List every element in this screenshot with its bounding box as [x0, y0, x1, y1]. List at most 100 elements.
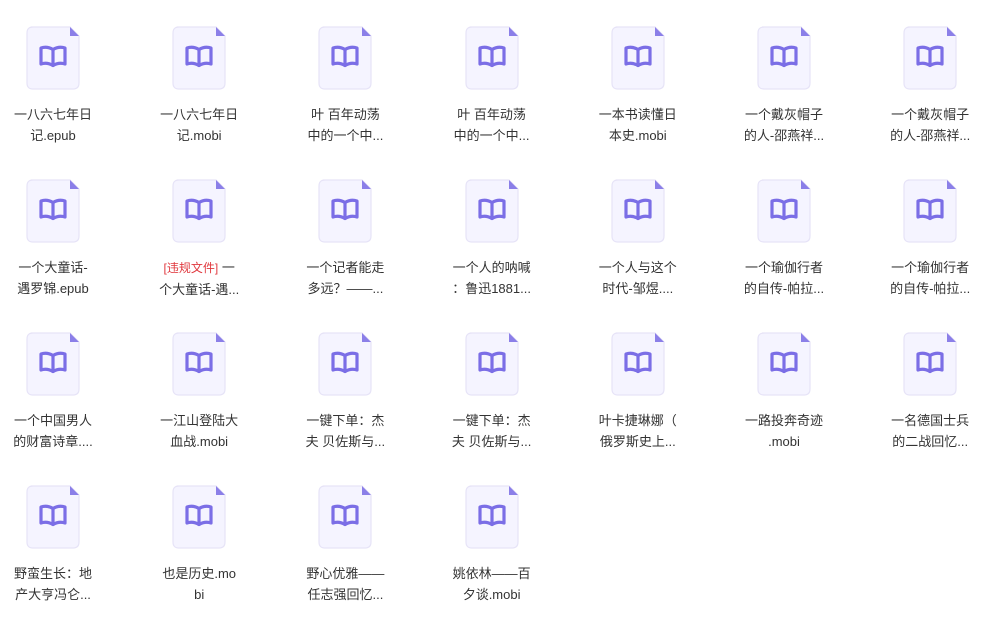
ebook-file-icon: [318, 179, 372, 243]
file-name-line-2: 夫 贝佐斯与...: [451, 434, 532, 449]
file-name-line-2: 夕谈.mobi: [462, 587, 521, 602]
file-name-line-1: 叶卡捷琳娜（: [598, 413, 677, 428]
ebook-file-icon: [172, 332, 226, 396]
file-item-16[interactable]: 一江山登陆大 血战.mobi: [146, 332, 266, 482]
ebook-file-icon: [26, 485, 80, 549]
file-name: 一个记者能走 多远？——...: [292, 257, 398, 299]
file-name: 一个戴灰帽子 的人-邵燕祥...: [731, 104, 837, 146]
file-name-line-2: bi: [194, 587, 205, 602]
file-name: 一名德国士兵 的二战回忆...: [877, 410, 983, 452]
ebook-file-icon: [172, 179, 226, 243]
file-name-line-2: 记.epub: [30, 128, 76, 143]
ebook-file-icon: [757, 332, 811, 396]
ebook-file-icon: [903, 26, 957, 90]
file-item-3[interactable]: 叶 百年动荡 中的一个中...: [292, 26, 412, 176]
file-item-15[interactable]: 一个中国男人 的财富诗章....: [0, 332, 120, 482]
ebook-file-icon: [172, 485, 226, 549]
file-item-6[interactable]: 一个戴灰帽子 的人-邵燕祥...: [731, 26, 851, 176]
file-item-19[interactable]: 叶卡捷琳娜（ 俄罗斯史上...: [585, 332, 705, 482]
file-name-line-2: 的人-邵燕祥...: [743, 128, 825, 143]
file-item-2[interactable]: 一八六七年日 记.mobi: [146, 26, 266, 176]
ebook-file-icon: [903, 332, 957, 396]
file-name-line-1: 野蛮生长：地: [13, 566, 92, 581]
file-item-12[interactable]: 一个人与这个 时代-邹煜....: [585, 179, 705, 329]
file-name-line-2: 任志强回忆...: [307, 587, 384, 602]
file-name: 也是历史.mo bi: [146, 563, 252, 605]
ebook-file-icon: [757, 179, 811, 243]
file-item-23[interactable]: 也是历史.mo bi: [146, 485, 266, 635]
file-name-line-1: 一个记者能走: [306, 260, 385, 275]
file-name: [违规文件] 一 个大童话-遇...: [146, 257, 252, 300]
file-name: 一个瑜伽行者 的自传-帕拉...: [877, 257, 983, 299]
file-name-line-1: 一个大童话-: [18, 260, 88, 275]
file-item-22[interactable]: 野蛮生长：地 产大亨冯仑...: [0, 485, 120, 635]
file-name-line-1: 一路投奔奇迹: [744, 413, 823, 428]
file-item-5[interactable]: 一本书读懂日 本史.mobi: [585, 26, 705, 176]
file-name-line-1: 一个戴灰帽子: [744, 107, 823, 122]
file-name: 一个人与这个 时代-邹煜....: [585, 257, 691, 299]
file-item-8[interactable]: 一个大童话- 遇罗锦.epub: [0, 179, 120, 329]
file-name-line-1: 一个人与这个: [598, 260, 677, 275]
file-name-line-1: 叶 百年动荡: [311, 107, 380, 122]
file-item-9[interactable]: [违规文件] 一 个大童话-遇...: [146, 179, 266, 329]
file-name-line-1: 一个戴灰帽子: [891, 107, 970, 122]
file-name-line-2: 的自传-帕拉...: [890, 281, 971, 296]
file-item-11[interactable]: 一个人的呐喊 ：鲁迅1881...: [439, 179, 559, 329]
ebook-file-icon: [26, 179, 80, 243]
file-name-line-1: 一键下单：杰: [306, 413, 385, 428]
file-item-20[interactable]: 一路投奔奇迹 .mobi: [731, 332, 851, 482]
file-name: 一路投奔奇迹 .mobi: [731, 410, 837, 452]
file-name-line-2: ：鲁迅1881...: [452, 281, 531, 296]
file-name-line-2: 的人-邵燕祥...: [890, 128, 971, 143]
file-name-line-2: 夫 贝佐斯与...: [305, 434, 386, 449]
ebook-file-icon: [464, 26, 519, 90]
ebook-file-icon: [26, 26, 80, 90]
file-item-13[interactable]: 一个瑜伽行者 的自传-帕拉...: [731, 179, 851, 329]
file-name-line-1: 一个瑜伽行者: [744, 260, 823, 275]
file-name-line-2: 血战.mobi: [170, 434, 229, 449]
file-name: 姚依林——百 夕谈.mobi: [439, 563, 545, 605]
file-name: 一个戴灰帽子 的人-邵燕祥...: [877, 104, 983, 146]
ebook-file-icon: [318, 26, 372, 90]
file-name: 叶 百年动荡 中的一个中...: [292, 104, 398, 146]
file-name: 野蛮生长：地 产大亨冯仑...: [0, 563, 106, 605]
file-name-line-1: 一本书读懂日: [598, 107, 677, 122]
file-name-line-2: .mobi: [768, 434, 800, 449]
file-name: 野心优雅—— 任志强回忆...: [292, 563, 398, 605]
ebook-file-icon: [464, 485, 519, 549]
file-name-line-2: 多远？——...: [307, 281, 384, 296]
file-name-line-1: 一江山登陆大: [160, 413, 239, 428]
file-name-line-1: 一个瑜伽行者: [891, 260, 970, 275]
file-name: 一八六七年日 记.mobi: [146, 104, 252, 146]
file-name: 一键下单：杰 夫 贝佐斯与...: [439, 410, 545, 452]
file-name: 一本书读懂日 本史.mobi: [585, 104, 691, 146]
ebook-file-icon: [26, 332, 80, 396]
file-name-line-1: 一键下单：杰: [452, 413, 531, 428]
file-item-1[interactable]: 一八六七年日 记.epub: [0, 26, 120, 176]
file-name-line-2: 时代-邹煜....: [602, 281, 674, 296]
ebook-file-icon: [611, 26, 665, 90]
ebook-file-icon: [172, 26, 226, 90]
file-name-line-2: 中的一个中...: [453, 128, 530, 143]
file-item-17[interactable]: 一键下单：杰 夫 贝佐斯与...: [292, 332, 412, 482]
file-item-21[interactable]: 一名德国士兵 的二战回忆...: [877, 332, 993, 482]
file-item-4[interactable]: 叶 百年动荡 中的一个中...: [439, 26, 559, 176]
file-item-14[interactable]: 一个瑜伽行者 的自传-帕拉...: [877, 179, 993, 329]
file-name: 叶卡捷琳娜（ 俄罗斯史上...: [585, 410, 691, 452]
file-item-10[interactable]: 一个记者能走 多远？——...: [292, 179, 412, 329]
file-name: 一个人的呐喊 ：鲁迅1881...: [439, 257, 545, 299]
ebook-file-icon: [903, 179, 957, 243]
file-name-line-2: 的二战回忆...: [892, 434, 969, 449]
file-item-24[interactable]: 野心优雅—— 任志强回忆...: [292, 485, 412, 635]
file-name-line-2: 俄罗斯史上...: [599, 434, 676, 449]
file-name-line-2: 记.mobi: [176, 128, 222, 143]
file-name-line-1: [违规文件] 一: [163, 260, 235, 275]
file-grid: 一八六七年日 记.epub 一八六七年日 记.mobi 叶 百年动荡 中的一个中…: [0, 0, 993, 624]
file-name: 一键下单：杰 夫 贝佐斯与...: [292, 410, 398, 452]
file-item-18[interactable]: 一键下单：杰 夫 贝佐斯与...: [439, 332, 559, 482]
file-item-25[interactable]: 姚依林——百 夕谈.mobi: [439, 485, 559, 635]
file-item-7[interactable]: 一个戴灰帽子 的人-邵燕祥...: [877, 26, 993, 176]
file-name: 一江山登陆大 血战.mobi: [146, 410, 252, 452]
ebook-file-icon: [611, 332, 665, 396]
file-name-line-1: 一个中国男人: [13, 413, 92, 428]
